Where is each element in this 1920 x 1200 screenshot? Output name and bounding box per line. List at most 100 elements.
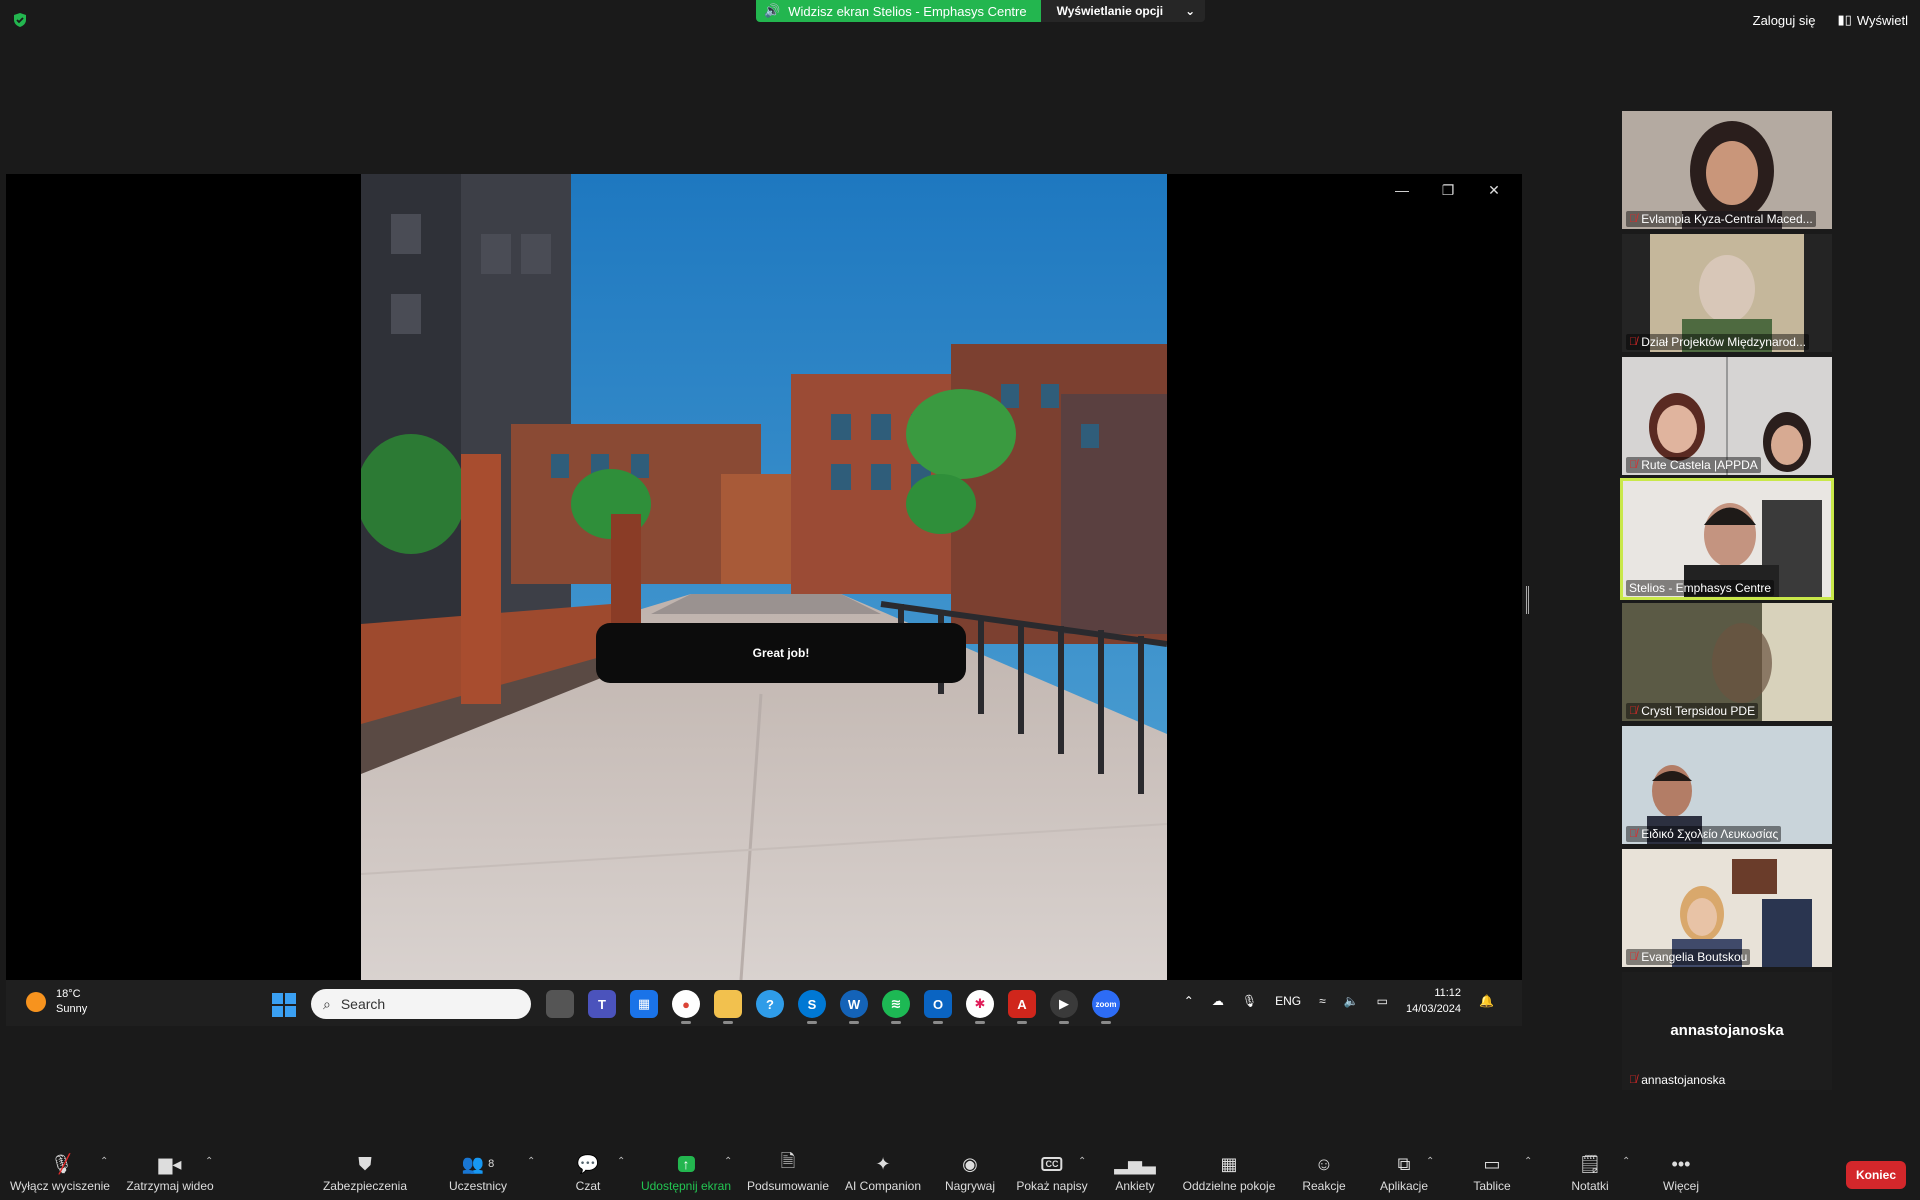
- volume-icon[interactable]: 🔈: [1344, 994, 1359, 1008]
- language-indicator[interactable]: ENG: [1275, 994, 1301, 1008]
- share-status-text: Widzisz ekran Stelios - Emphasys Centre: [788, 3, 1027, 19]
- captions-options-caret-icon[interactable]: ⌃: [1078, 1156, 1086, 1167]
- unmute-label: Wyłącz wyciszenie: [10, 1179, 110, 1193]
- clock[interactable]: 11:12 14/03/2024: [1406, 985, 1461, 1017]
- windows-start-icon[interactable]: [272, 993, 296, 1017]
- participant-tile[interactable]: 🎙̸ Evlampia Kyza-Central Maced...: [1622, 111, 1832, 229]
- store-icon[interactable]: ▦: [630, 990, 658, 1018]
- restore-icon[interactable]: ❐: [1436, 182, 1460, 199]
- game-view: [361, 174, 1167, 980]
- security-label: Zabezpieczenia: [322, 1179, 408, 1193]
- meeting-toolbar: 🎙 ╱ Wyłącz wyciszenie ⌃ ▆◂ Zatrzymaj wide…: [0, 1140, 1920, 1200]
- participant-tile-active-speaker[interactable]: Stelios - Emphasys Centre: [1620, 478, 1834, 600]
- captions-button[interactable]: CC Pokaż napisy: [1016, 1152, 1088, 1193]
- whiteboards-options-caret-icon[interactable]: ⌃: [1524, 1156, 1532, 1167]
- zoom-icon[interactable]: zoom: [1092, 990, 1120, 1024]
- minimize-icon[interactable]: —: [1390, 182, 1414, 199]
- microphone-icon[interactable]: 🎙: [1242, 994, 1257, 1008]
- breakout-rooms-button[interactable]: ▦ Oddzielne pokoje: [1183, 1152, 1276, 1194]
- stop-video-label: Zatrzymaj wideo: [126, 1179, 214, 1193]
- microphone-muted-icon: 🎙 ╱: [50, 1153, 74, 1174]
- participant-name: 🎙̸ Evangelia Boutskou: [1626, 949, 1751, 965]
- acrobat-icon[interactable]: A: [1008, 990, 1036, 1024]
- whiteboards-label: Tablice: [1473, 1179, 1511, 1193]
- chrome-icon[interactable]: ●: [672, 990, 700, 1024]
- participant-name-text: annastojanoska: [1641, 1073, 1726, 1087]
- login-link[interactable]: Zaloguj się: [1753, 13, 1816, 28]
- resize-handle[interactable]: [1526, 586, 1529, 614]
- participants-options-caret-icon[interactable]: ⌃: [527, 1156, 535, 1167]
- participant-tile[interactable]: 🎙̸ Ειδικό Σχολείο Λευκωσίας: [1622, 726, 1832, 844]
- speaker-icon: 🔊: [764, 3, 781, 18]
- file-explorer-icon[interactable]: [714, 990, 742, 1024]
- end-meeting-button[interactable]: Koniec: [1846, 1161, 1906, 1189]
- summary-button[interactable]: 🗎 Podsumowanie: [746, 1151, 830, 1193]
- task-view-icon[interactable]: [546, 990, 574, 1018]
- participants-button[interactable]: 👥 8 Uczestnicy: [449, 1152, 507, 1194]
- media-player-icon[interactable]: ▶: [1050, 990, 1078, 1024]
- ai-companion-button[interactable]: ✦ AI Companion: [844, 1152, 922, 1194]
- teams-icon[interactable]: T: [588, 990, 616, 1018]
- stop-video-button[interactable]: ▆◂ Zatrzymaj wideo: [126, 1152, 214, 1194]
- video-options-caret-icon[interactable]: ⌃: [205, 1156, 213, 1167]
- battery-icon[interactable]: ▭: [1377, 994, 1388, 1008]
- notes-button[interactable]: 🗒 Notatki: [1571, 1152, 1608, 1194]
- security-shield-icon[interactable]: [12, 12, 28, 28]
- share-options-caret-icon[interactable]: ⌃: [724, 1156, 732, 1167]
- onedrive-icon[interactable]: ☁: [1212, 994, 1224, 1008]
- chat-options-caret-icon[interactable]: ⌃: [617, 1156, 625, 1167]
- view-options-button[interactable]: Wyświetlanie opcji ⌄: [1040, 0, 1206, 22]
- outlook-icon[interactable]: O: [924, 990, 952, 1024]
- participant-tile[interactable]: 🎙̸ Evangelia Boutskou: [1622, 849, 1832, 967]
- audio-options-caret-icon[interactable]: ⌃: [100, 1156, 108, 1167]
- notes-icon: 🗒: [1578, 1153, 1602, 1174]
- smiley-plus-icon: ☺: [1314, 1153, 1334, 1174]
- apps-icon: ⧉: [1397, 1153, 1411, 1174]
- security-button[interactable]: ⛊ Zabezpieczenia: [322, 1152, 408, 1194]
- polls-button[interactable]: ▂▅▃ Ankiety: [1114, 1152, 1156, 1194]
- share-screen-icon: ↑: [677, 1152, 695, 1176]
- taskbar-search[interactable]: ⌕ Search: [311, 989, 531, 1019]
- apps-button[interactable]: ⧉ Aplikacje: [1380, 1152, 1428, 1194]
- whiteboard-icon: ▭: [1483, 1153, 1501, 1174]
- notes-options-caret-icon[interactable]: ⌃: [1622, 1156, 1630, 1167]
- chat-button[interactable]: 💬 Czat: [576, 1152, 601, 1194]
- search-icon: ⌕: [323, 995, 331, 1012]
- participant-tile[interactable]: annastojanoska 🎙̸ annastojanoska: [1622, 972, 1832, 1090]
- captions-label: Pokaż napisy: [1016, 1179, 1088, 1193]
- participant-tile[interactable]: 🎙̸ Rute Castela |APPDA: [1622, 357, 1832, 475]
- participant-tile[interactable]: 🎙̸ Crysti Terpsidou PDE: [1622, 603, 1832, 721]
- ai-companion-label: AI Companion: [844, 1179, 922, 1193]
- shared-screen: — ❐ ✕ Great job! 18°C Sunny ⌕ Search T ▦…: [6, 174, 1522, 1026]
- spotify-icon[interactable]: ≋: [882, 990, 910, 1024]
- participant-name: 🎙̸ Ειδικό Σχολείο Λευκωσίας: [1626, 826, 1782, 842]
- chat-bubble-icon: 💬: [576, 1153, 600, 1174]
- participant-name-text: Ειδικό Σχολείο Λευκωσίας: [1641, 827, 1779, 841]
- reactions-button[interactable]: ☺ Reakcje: [1302, 1152, 1345, 1194]
- share-screen-button[interactable]: ↑ Udostępnij ekran: [641, 1152, 731, 1193]
- wifi-icon[interactable]: ≈: [1319, 994, 1326, 1008]
- polls-label: Ankiety: [1115, 1179, 1155, 1193]
- summary-label: Podsumowanie: [746, 1179, 830, 1193]
- more-label: Więcej: [1662, 1179, 1700, 1193]
- view-button[interactable]: ▮▯ Wyświetl: [1838, 12, 1908, 28]
- participant-name: Stelios - Emphasys Centre: [1626, 580, 1775, 596]
- record-button[interactable]: ◉ Nagrywaj: [945, 1152, 995, 1194]
- more-button[interactable]: ••• Więcej: [1662, 1152, 1700, 1194]
- slack-icon[interactable]: ✱: [966, 990, 994, 1024]
- notification-bell-icon[interactable]: 🔔: [1479, 994, 1494, 1008]
- participant-name-text: Evlampia Kyza-Central Maced...: [1641, 212, 1813, 226]
- help-icon[interactable]: ?: [756, 990, 784, 1018]
- skype-icon[interactable]: S: [798, 990, 826, 1024]
- participant-name-text: Rute Castela |APPDA: [1641, 458, 1758, 472]
- apps-options-caret-icon[interactable]: ⌃: [1426, 1156, 1434, 1167]
- chevron-up-icon[interactable]: ⌃: [1184, 994, 1194, 1008]
- unmute-button[interactable]: 🎙 ╱ Wyłącz wyciszenie: [10, 1152, 110, 1194]
- whiteboards-button[interactable]: ▭ Tablice: [1473, 1152, 1511, 1194]
- participant-name: 🎙̸ annastojanoska: [1626, 1072, 1728, 1088]
- participant-display-name: annastojanoska: [1670, 1022, 1784, 1039]
- weather-widget[interactable]: 18°C Sunny: [26, 987, 87, 1017]
- close-icon[interactable]: ✕: [1482, 182, 1506, 199]
- participant-tile[interactable]: 🎙̸ Dział Projektów Międzynarod...: [1622, 234, 1832, 352]
- webex-icon[interactable]: W: [840, 990, 868, 1024]
